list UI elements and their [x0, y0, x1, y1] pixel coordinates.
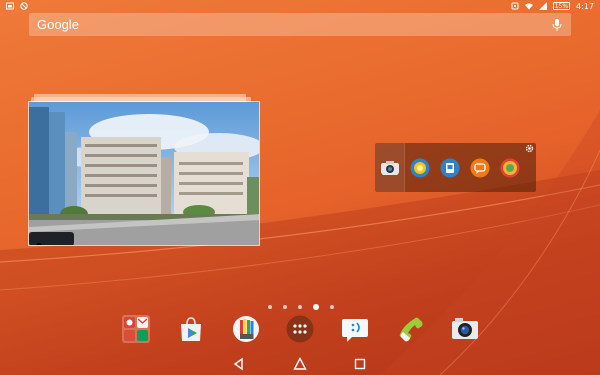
google-search-bar[interactable]: Google — [29, 13, 571, 36]
play-store-icon[interactable] — [177, 315, 205, 343]
photo-image — [29, 102, 259, 245]
navigation-bar — [0, 352, 600, 375]
dock — [0, 315, 600, 347]
status-bar: 15% 4:17 — [0, 0, 600, 12]
app-drawer-icon[interactable] — [286, 315, 314, 343]
photo-icon[interactable] — [28, 101, 260, 246]
camera-icon[interactable] — [451, 315, 479, 343]
search-label: Google — [37, 17, 79, 32]
messages-icon[interactable] — [341, 315, 369, 343]
recents-icon[interactable] — [353, 357, 367, 371]
gallery-icon[interactable] — [500, 158, 520, 178]
page-dot — [330, 305, 334, 309]
signal-icon — [538, 2, 547, 10]
status-time: 4:17 — [576, 1, 594, 11]
phone-icon[interactable] — [396, 315, 424, 343]
wifi-icon — [524, 3, 533, 10]
page-indicator — [268, 304, 334, 310]
battery-icon: 15% — [552, 2, 571, 10]
screenshot-icon — [6, 2, 14, 10]
flashlight-icon[interactable] — [410, 158, 430, 178]
back-icon[interactable] — [232, 357, 246, 371]
page-dot — [268, 305, 272, 309]
storage-icon[interactable] — [440, 158, 460, 178]
sketch-icon[interactable] — [232, 315, 260, 343]
messaging-icon[interactable] — [470, 158, 490, 178]
app-shortcuts-widget — [375, 143, 536, 192]
gear-icon[interactable] — [525, 144, 534, 153]
no-sim-icon — [20, 2, 28, 10]
battery-level: 15% — [554, 2, 569, 10]
mic-icon[interactable] — [551, 18, 563, 32]
page-dot-active — [313, 304, 319, 310]
camera-icon[interactable] — [380, 158, 400, 178]
page-dot — [298, 305, 302, 309]
nfc-icon — [511, 2, 519, 10]
photo-widget[interactable] — [28, 94, 260, 246]
home-icon[interactable] — [293, 357, 307, 371]
google-apps-folder-icon[interactable] — [122, 315, 150, 343]
page-dot — [283, 305, 287, 309]
